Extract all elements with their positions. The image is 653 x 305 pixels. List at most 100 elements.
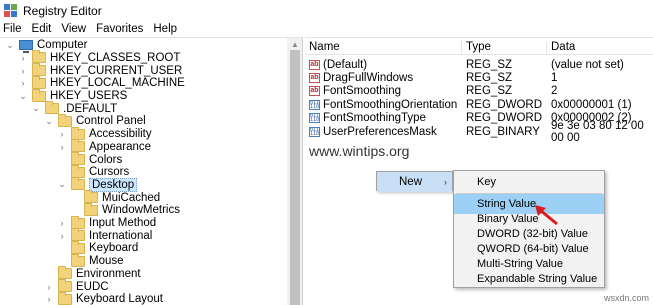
chevron-down-icon[interactable]: ⌄ xyxy=(56,179,68,191)
value-name-text: (Default) xyxy=(323,58,368,71)
column-name[interactable]: Name xyxy=(305,41,462,54)
binary-value-icon: 011 110 xyxy=(309,126,320,137)
list-item[interactable]: ab DragFullWindows REG_SZ 1 xyxy=(305,71,653,84)
registry-tree[interactable]: ⌄ Computer › HKEY_CLASSES_ROOT › HKEY_CURRENT… xyxy=(0,37,303,305)
folder-icon xyxy=(71,253,85,267)
folder-icon xyxy=(71,126,85,140)
value-name: ab (Default) xyxy=(309,59,367,71)
value-name: 011 110 UserPreferencesMask xyxy=(309,126,437,138)
folder-icon xyxy=(71,228,85,242)
chevron-right-icon[interactable]: › xyxy=(43,281,55,293)
menu-view[interactable]: View xyxy=(61,23,86,35)
watermark-text: www.wintips.org xyxy=(309,143,410,159)
context-menu: New › xyxy=(376,171,453,192)
submenu-item-expandable-string-value[interactable]: Expandable String Value xyxy=(454,269,604,289)
tree-item[interactable]: › HKEY_CLASSES_ROOT xyxy=(17,50,180,65)
folder-icon xyxy=(32,88,46,102)
value-type: REG_DWORD xyxy=(466,112,543,125)
tree-item[interactable]: MuiCached xyxy=(69,190,161,204)
tree-item[interactable]: ⌄ Computer xyxy=(4,39,88,54)
menu-favorites[interactable]: Favorites xyxy=(96,23,143,35)
menu-item-new[interactable]: New › xyxy=(377,172,452,192)
string-value-icon: ab xyxy=(309,86,320,97)
title-bar: Registry Editor xyxy=(0,0,653,21)
tree-item[interactable]: › Keyboard Layout xyxy=(43,291,163,305)
folder-icon xyxy=(84,190,98,204)
chevron-down-icon[interactable]: ⌄ xyxy=(17,90,29,102)
menu-edit[interactable]: Edit xyxy=(32,23,52,35)
tree-item[interactable]: › EUDC xyxy=(43,279,109,293)
tree-item[interactable]: WindowMetrics xyxy=(69,202,180,217)
value-data: 2 xyxy=(551,85,558,98)
tree-item-label: HKEY_LOCAL_MACHINE xyxy=(50,77,185,90)
tree-item[interactable]: › Appearance xyxy=(56,139,151,154)
submenu-item-key[interactable]: Key xyxy=(454,172,604,192)
tree-item[interactable]: › HKEY_LOCAL_MACHINE xyxy=(17,75,185,90)
scroll-up-icon[interactable]: ▲ xyxy=(291,40,299,49)
folder-icon xyxy=(71,240,85,254)
column-type[interactable]: Type xyxy=(462,41,547,54)
value-name-text: DragFullWindows xyxy=(323,72,414,85)
tree-item-label: MuiCached xyxy=(102,191,161,204)
tree-item[interactable]: › HKEY_CURRENT_USER xyxy=(17,63,182,77)
value-data: (value not set) xyxy=(551,58,624,71)
tree-item[interactable]: ⌄ .DEFAULT xyxy=(30,101,117,116)
tree-item-label: Computer xyxy=(37,39,88,52)
value-data: 9e 3e 03 80 12 00 00 00 xyxy=(551,119,644,144)
red-pointer-arrow-icon xyxy=(535,205,558,226)
value-name: 011 110 FontSmoothingOrientation xyxy=(309,99,457,111)
value-type: REG_SZ xyxy=(466,85,513,98)
chevron-right-icon[interactable]: › xyxy=(56,128,68,140)
string-value-icon: ab xyxy=(309,59,320,70)
chevron-down-icon[interactable]: ⌄ xyxy=(30,103,42,115)
folder-icon xyxy=(71,215,85,229)
list-item[interactable]: 011 110 UserPreferencesMask REG_BINARY 9e 3… xyxy=(305,120,653,144)
submenu-item-label: Expandable String Value xyxy=(477,273,598,285)
tree-item[interactable]: Mouse xyxy=(56,253,124,268)
menu-help[interactable]: Help xyxy=(153,23,177,35)
chevron-right-icon[interactable]: › xyxy=(17,65,29,77)
tree-scrollbar[interactable]: ▲ xyxy=(287,38,302,305)
chevron-down-icon[interactable]: ⌄ xyxy=(43,115,55,127)
chevron-down-icon[interactable]: ⌄ xyxy=(4,39,16,51)
chevron-right-icon[interactable]: › xyxy=(56,230,68,242)
tree-item[interactable]: Cursors xyxy=(56,164,130,179)
chevron-right-icon[interactable]: › xyxy=(56,217,68,229)
value-data: 0x00000001 (1) xyxy=(551,98,632,111)
list-item[interactable]: ab (Default) REG_SZ (value not set) xyxy=(305,58,653,71)
tree-item[interactable]: Colors xyxy=(56,152,122,166)
chevron-right-icon[interactable]: › xyxy=(17,52,29,64)
list-header: Name Type Data xyxy=(305,38,653,55)
tree-item-label: Keyboard xyxy=(89,242,139,255)
computer-icon xyxy=(19,40,33,54)
tree-item[interactable]: ⌄ Control Panel xyxy=(43,113,146,128)
menu-file[interactable]: File xyxy=(3,23,22,35)
value-type: REG_SZ xyxy=(466,72,513,85)
registry-editor-icon xyxy=(4,4,17,17)
chevron-right-icon[interactable]: › xyxy=(17,77,29,89)
folder-icon xyxy=(58,279,72,293)
tree-item[interactable]: ⌄ HKEY_USERS xyxy=(17,88,128,103)
tree-item-label: International xyxy=(89,229,153,242)
tree-item-label: HKEY_USERS xyxy=(50,90,128,103)
value-name-text: FontSmoothingType xyxy=(323,112,426,125)
string-value-icon: ab xyxy=(309,73,320,84)
chevron-right-icon[interactable]: › xyxy=(56,141,68,153)
tree-item-label: Control Panel xyxy=(76,115,146,128)
chevron-right-icon[interactable]: › xyxy=(43,293,55,305)
folder-icon xyxy=(32,50,46,64)
folder-icon xyxy=(71,177,85,191)
list-item[interactable]: ab FontSmoothing REG_SZ 2 xyxy=(305,85,653,98)
folder-icon xyxy=(71,164,85,178)
chevron-right-icon: › xyxy=(444,177,447,187)
list-item[interactable]: 011 110 FontSmoothingOrientation REG_DWORD… xyxy=(305,98,653,111)
tree-item-label: Cursors xyxy=(89,166,130,179)
scrollbar-thumb[interactable] xyxy=(290,50,300,305)
column-data[interactable]: Data xyxy=(547,41,653,54)
tree-item[interactable]: Keyboard xyxy=(56,240,139,255)
tree-item[interactable]: ⌄ Desktop xyxy=(56,177,138,192)
menu-item-new-label: New xyxy=(399,176,423,188)
